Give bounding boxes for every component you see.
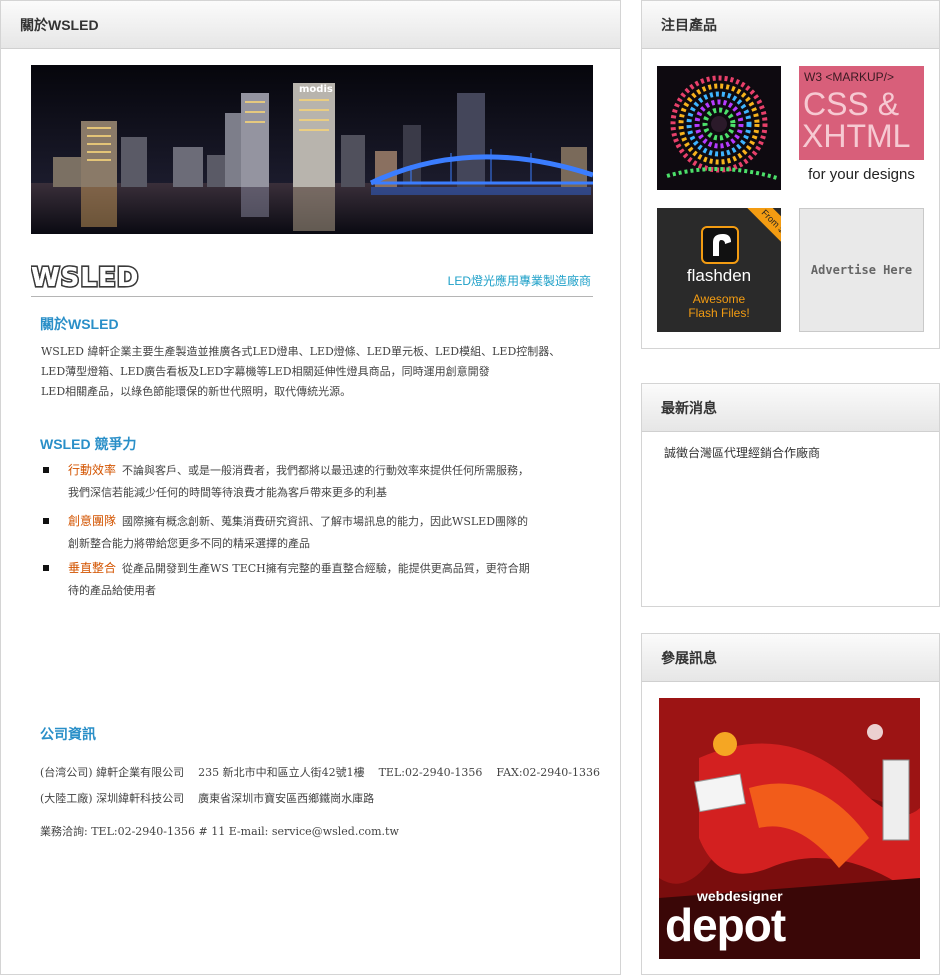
- advertise-here-slot[interactable]: Advertise Here: [799, 208, 924, 332]
- led-strip-product-image[interactable]: [657, 66, 781, 190]
- css-ad-footer: for your designs: [799, 160, 924, 190]
- company-china-row: (大陸工廠) 深圳緯軒科技公司 廣東省深圳市寶安區西鄉鐵崗水庫路: [40, 790, 388, 806]
- news-panel-header: 最新消息: [642, 384, 939, 432]
- bullet-key: 垂直整合: [68, 561, 117, 575]
- featured-products-panel: 注目產品 W3 <MARKUP/> CSS & XHTML for your d…: [641, 0, 940, 349]
- company-name: (大陸工廠) 深圳緯軒科技公司: [40, 792, 185, 805]
- bullet-efficiency: 行動效率 不論與客戶、或是一般消費者，我們都將以最迅速的行動效率來提供任何所需服務…: [43, 459, 583, 504]
- featured-panel-header: 注目產品: [642, 1, 939, 49]
- logo-divider: [31, 296, 593, 297]
- city-night-banner: modis: [31, 65, 593, 234]
- company-taiwan-row: (台湾公司) 緯軒企業有限公司 235 新北市中和區立人街42號1樓 TEL:02-…: [40, 764, 614, 780]
- expo-panel-header: 參展訊息: [642, 634, 939, 682]
- about-line: LED相關產品，以綠色節能環保的新世代照明，取代傳統光源。: [41, 385, 352, 398]
- svg-text:WSLED: WSLED: [31, 263, 139, 293]
- about-line: WSLED 緯軒企業主要生產製造並推廣各式LED燈串、LED燈條、LED單元板、…: [41, 345, 561, 358]
- css-ad-line1: CSS &: [803, 86, 900, 122]
- company-address: 235 新北市中和區立人街42號1樓: [198, 766, 365, 779]
- expo-brand-big: depot: [665, 899, 786, 951]
- css-xhtml-ad[interactable]: W3 <MARKUP/> CSS & XHTML for your design…: [799, 66, 924, 190]
- competitiveness-title: WSLED 競爭力: [40, 436, 137, 452]
- css-ad-top: W3 <MARKUP/>: [804, 70, 895, 84]
- bullet-text: 不論與客戶、或是一般消費者，我們都將以最迅速的行動效率來提供任何所需服務，: [122, 464, 530, 477]
- company-name: (台湾公司) 緯軒企業有限公司: [40, 766, 185, 779]
- bullet-creative-team: 創意團隊 國際擁有概念創新、蒐集消費研究資訊、了解市場訊息的能力，因此WSLED團…: [43, 510, 583, 555]
- bullet-key: 行動效率: [68, 463, 117, 477]
- business-contact: 業務洽詢: TEL:02-2940-1356 # 11 E-mail: serv…: [40, 825, 399, 838]
- flashden-line1: Awesome: [692, 292, 746, 306]
- banner-sign-text: modis: [299, 84, 333, 95]
- news-item-link[interactable]: 誠徵台灣區代理經銷合作廠商: [664, 444, 820, 461]
- flashden-ribbon: From $1: [747, 208, 781, 251]
- css-ad-line2: XHTML: [802, 118, 911, 154]
- webdesigner-depot-ad[interactable]: webdesigner depot: [659, 698, 920, 959]
- flashden-ad[interactable]: From $1 flashden Awesome Flash Files!: [657, 208, 781, 332]
- bullet-vertical-integration: 垂直整合 從產品開發到生產WS TECH擁有完整的垂直整合經驗，能提供更高品質，更…: [43, 557, 583, 602]
- bullet-key: 創意團隊: [68, 514, 117, 528]
- company-info-title: 公司資訊: [40, 726, 96, 742]
- flashden-logo-icon: [701, 226, 739, 264]
- about-title: 關於WSLED: [40, 316, 119, 332]
- about-panel: 關於WSLED modis WSLED WSLED LED燈光應用專業製造廠商 …: [0, 0, 621, 975]
- bullet-text: 待的產品給使用者: [68, 584, 156, 597]
- bullet-text: 國際擁有概念創新、蒐集消費研究資訊、了解市場訊息的能力，因此WSLED團隊的: [122, 515, 529, 528]
- company-tel: TEL:02-2940-1356: [378, 766, 483, 779]
- about-text: WSLED 緯軒企業主要生產製造並推廣各式LED燈串、LED燈條、LED單元板、…: [41, 342, 586, 402]
- exhibition-panel: 參展訊息 webdesigner depot: [641, 633, 940, 975]
- flashden-line2: Flash Files!: [688, 306, 750, 320]
- bullet-text: 我們深信若能減少任何的時間等待浪費才能為客戶帶來更多的利基: [68, 486, 387, 499]
- bullet-text: 創新整合能力將帶給您更多不同的精采選擇的產品: [68, 537, 310, 550]
- company-address: 廣東省深圳市寶安區西鄉鐵崗水庫路: [198, 792, 375, 805]
- flashden-brand: flashden: [686, 266, 752, 285]
- about-line: LED薄型燈箱、LED廣告看板及LED字幕機等LED相關延伸性燈具商品，同時運用…: [41, 365, 490, 378]
- company-tagline: LED燈光應用專業製造廠商: [447, 274, 591, 288]
- company-fax: FAX:02-2940-1336: [496, 766, 600, 779]
- about-panel-header: 關於WSLED: [1, 1, 620, 49]
- latest-news-panel: 最新消息 誠徵台灣區代理經銷合作廠商: [641, 383, 940, 607]
- wsled-logo: WSLED WSLED: [29, 261, 163, 297]
- bullet-text: 從產品開發到生產WS TECH擁有完整的垂直整合經驗，能提供更高品質，更符合期: [122, 562, 530, 575]
